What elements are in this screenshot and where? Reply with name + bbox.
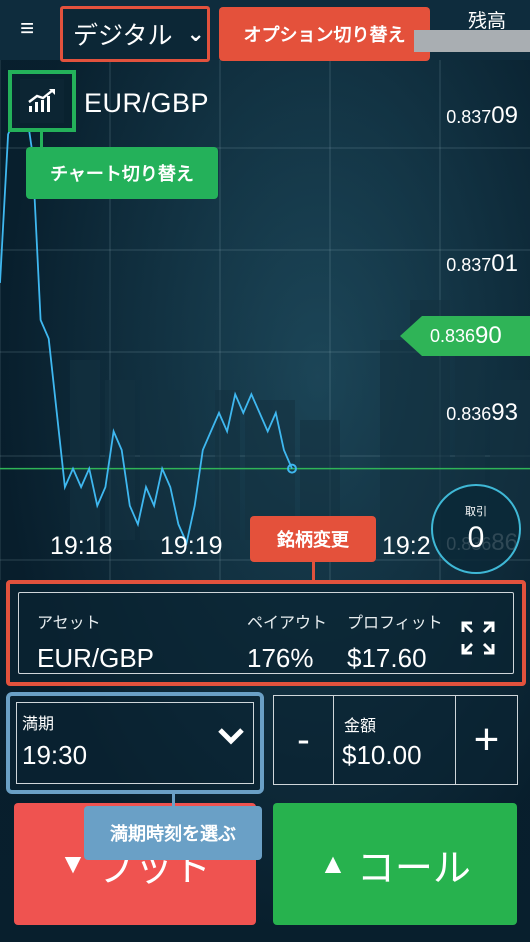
trades-label: 取引: [465, 506, 487, 518]
expiry-select[interactable]: 満期 19:30: [6, 692, 264, 794]
price-axis-label-big: 09: [491, 101, 518, 129]
current-price-tag: 0.836 90: [400, 316, 530, 356]
price-axis-label-small: 0.836: [446, 403, 492, 424]
price-axis-label: 0.83709: [446, 102, 518, 130]
balance-label: 残高: [467, 11, 506, 32]
hamburger-icon[interactable]: ≡: [20, 17, 42, 41]
trading-screen: ≡ デジタル ⌄ オプション切り替え 残高 EUR/GBP チャート切り替え 0…: [0, 0, 530, 942]
callout-connector: [312, 562, 315, 580]
option-mode-select[interactable]: デジタル ⌄: [60, 6, 210, 62]
expiry-header: 満期: [22, 716, 55, 733]
chart-icon: [28, 89, 55, 112]
current-price-big: 90: [475, 322, 502, 349]
time-tick: 19:2: [382, 532, 431, 560]
call-label: コール: [356, 847, 471, 890]
chevron-down-icon: ⌄: [186, 21, 205, 46]
trades-count: 0: [467, 521, 485, 554]
asset-panel-inner: アセット EUR/GBP ペイアウト 176% プロフィット $17.60: [18, 592, 514, 674]
price-axis-label-big: 93: [491, 398, 518, 426]
payout-header: ペイアウト: [247, 615, 328, 632]
top-bar: ≡ デジタル ⌄ オプション切り替え 残高: [0, 0, 530, 62]
current-price-small: 0.836: [430, 325, 476, 346]
chart-switch-callout: チャート切り替え: [26, 147, 218, 199]
profit-column: プロフィット $17.60: [347, 609, 443, 674]
expiry-callout: 満期時刻を選ぶ: [84, 806, 262, 860]
up-arrow-icon: ▲: [319, 848, 347, 879]
price-axis-label: 0.83693: [446, 399, 518, 427]
payout-column: ペイアウト 176%: [247, 609, 327, 674]
chevron-down-icon: [218, 728, 244, 745]
price-axis-label-small: 0.837: [446, 255, 492, 276]
option-switch-callout: オプション切り替え: [219, 7, 430, 61]
time-tick: 19:18: [50, 532, 113, 560]
amount-increase-button[interactable]: +: [455, 696, 517, 784]
amount-value[interactable]: $10.00: [342, 740, 422, 771]
amount-header: 金額: [344, 718, 377, 735]
profit-header: プロフィット: [347, 615, 443, 632]
chart-toggle-button[interactable]: [8, 70, 76, 132]
asset-value: EUR/GBP: [37, 643, 155, 673]
chart-asset-title: EUR/GBP: [84, 88, 210, 118]
asset-change-callout: 銘柄変更: [250, 516, 376, 562]
callout-connector: [40, 132, 43, 148]
option-mode-value: デジタル: [73, 22, 173, 50]
asset-header: アセット: [37, 615, 101, 632]
amount-stepper: - 金額 $10.00 +: [273, 695, 518, 785]
down-arrow-icon: ▼: [59, 848, 87, 879]
price-axis-label: 0.83701: [446, 250, 518, 278]
call-button[interactable]: ▲ コール: [273, 803, 517, 925]
trades-counter[interactable]: 取引 0: [431, 484, 521, 574]
asset-panel[interactable]: アセット EUR/GBP ペイアウト 176% プロフィット $17.60: [6, 580, 526, 686]
price-axis-label-big: 01: [491, 250, 518, 278]
expand-icon[interactable]: [461, 621, 495, 655]
price-axis-label-small: 0.837: [446, 106, 492, 127]
expiry-value: 19:30: [22, 740, 88, 770]
balance-value-redacted: [414, 30, 530, 52]
asset-column: アセット EUR/GBP: [37, 609, 154, 674]
time-tick: 19:19: [160, 532, 223, 560]
amount-decrease-button[interactable]: -: [274, 696, 334, 784]
payout-value: 176%: [247, 643, 314, 673]
callout-connector: [172, 794, 175, 806]
profit-value: $17.60: [347, 643, 427, 673]
